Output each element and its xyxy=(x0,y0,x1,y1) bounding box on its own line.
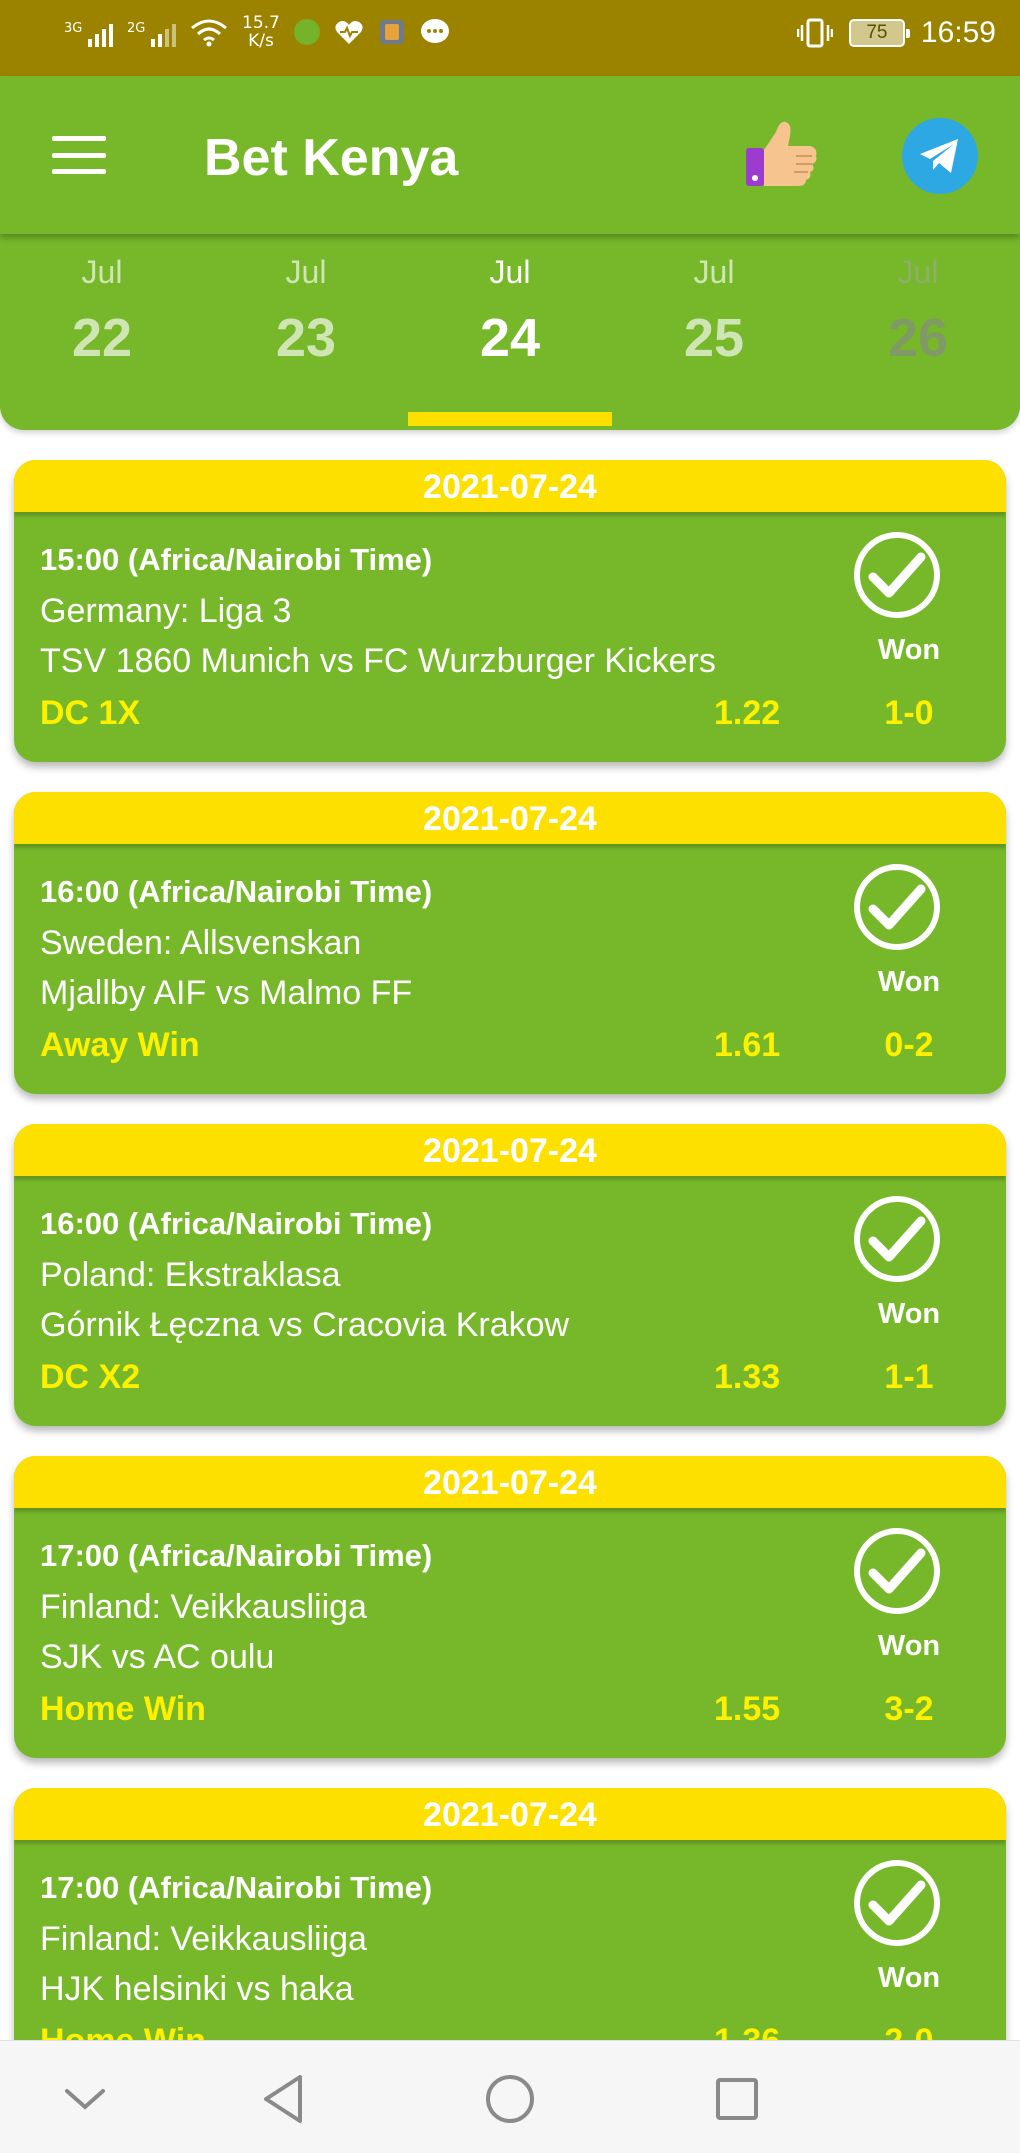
back-icon[interactable] xyxy=(256,2071,312,2127)
home-icon[interactable] xyxy=(482,2071,538,2127)
date-tab-month: Jul xyxy=(81,254,123,290)
match-league: Poland: Ekstraklasa xyxy=(40,1256,341,1294)
match-time: 16:00 (Africa/Nairobi Time) xyxy=(40,1206,433,1241)
match-tip: Home Win xyxy=(40,2022,206,2040)
check-icon xyxy=(854,864,940,950)
app-notification-icon xyxy=(293,19,320,45)
match-teams: TSV 1860 Munich vs FC Wurzburger Kickers xyxy=(40,642,716,680)
match-card[interactable]: 2021-07-24 16:00 (Africa/Nairobi Time) P… xyxy=(14,1124,1006,1426)
date-tab-day: 23 xyxy=(275,308,337,368)
match-tip: Away Win xyxy=(40,1026,200,1064)
status-bar: 3G 2G 15.7 K/s 75 16:59 xyxy=(0,0,1020,76)
match-date: 2021-07-24 xyxy=(14,1456,1006,1508)
match-card[interactable]: 2021-07-24 16:00 (Africa/Nairobi Time) S… xyxy=(14,792,1006,1094)
match-time: 17:00 (Africa/Nairobi Time) xyxy=(40,1870,433,1905)
net-speed-unit: K/s xyxy=(248,31,274,51)
match-teams: Mjallby AIF vs Malmo FF xyxy=(40,974,413,1012)
date-tab-month: Jul xyxy=(693,254,735,290)
check-icon xyxy=(854,1196,940,1282)
match-league: Germany: Liga 3 xyxy=(40,592,292,630)
match-result: Won xyxy=(877,634,941,666)
match-teams: SJK vs AC oulu xyxy=(40,1638,275,1676)
match-score: 1-1 xyxy=(884,1358,934,1396)
match-result: Won xyxy=(877,1962,941,1994)
cell-signal-icon: 3G xyxy=(64,17,113,47)
match-card[interactable]: 2021-07-24 15:00 (Africa/Nairobi Time) G… xyxy=(14,460,1006,762)
match-odds: 1.36 xyxy=(714,2022,780,2040)
match-odds: 1.22 xyxy=(714,694,781,732)
date-tab-month: Jul xyxy=(285,254,327,290)
date-tab-26[interactable]: Jul 26 xyxy=(816,234,1020,430)
match-date: 2021-07-24 xyxy=(14,460,1006,512)
check-icon xyxy=(854,532,940,618)
match-tip: DC 1X xyxy=(40,694,141,732)
match-time: 17:00 (Africa/Nairobi Time) xyxy=(40,1538,433,1573)
app-title: Bet Kenya xyxy=(204,129,459,187)
date-tab-25[interactable]: Jul 25 xyxy=(612,234,816,430)
net-speed: 15.7 K/s xyxy=(242,14,280,50)
match-score: 2-0 xyxy=(854,2022,964,2040)
match-tip: DC X2 xyxy=(40,1358,141,1396)
date-tab-22[interactable]: Jul 22 xyxy=(0,234,204,430)
match-odds: 1.61 xyxy=(714,1026,781,1064)
date-tab-month: Jul xyxy=(489,254,531,290)
thumbs-up-icon[interactable] xyxy=(740,114,820,194)
match-odds: 1.33 xyxy=(714,1358,781,1396)
network-type-label-2: 2G xyxy=(127,21,146,36)
match-odds: 1.55 xyxy=(714,1690,781,1728)
match-card[interactable]: 2021-07-24 17:00 (Africa/Nairobi Time) F… xyxy=(14,1788,1006,2040)
match-teams: HJK helsinki vs haka xyxy=(40,1970,354,2008)
match-league: Finland: Veikkausliiga xyxy=(40,1588,367,1626)
system-nav-bar xyxy=(0,2040,1020,2153)
match-score: 1-0 xyxy=(884,694,934,732)
check-icon xyxy=(854,1528,940,1614)
battery-indicator: 75 xyxy=(848,19,910,47)
date-tabs: Jul 22 Jul 23 Jul 24 Jul 25 Jul 26 xyxy=(0,234,1020,430)
tips-list[interactable]: 2021-07-24 15:00 (Africa/Nairobi Time) G… xyxy=(0,430,1020,2040)
match-teams: Górnik Łęczna vs Cracovia Krakow xyxy=(40,1306,570,1344)
shield-app-icon xyxy=(379,20,404,44)
match-league: Sweden: Allsvenskan xyxy=(40,924,362,962)
menu-icon[interactable] xyxy=(52,136,106,174)
date-tab-24[interactable]: Jul 24 xyxy=(408,234,612,430)
app-bar: Bet Kenya xyxy=(0,76,1020,234)
date-tab-day: 24 xyxy=(479,308,541,368)
match-league: Finland: Veikkausliiga xyxy=(40,1920,367,1958)
recents-icon[interactable] xyxy=(709,2071,765,2127)
match-result: Won xyxy=(877,1630,941,1662)
telegram-icon[interactable] xyxy=(902,118,978,194)
match-score: 0-2 xyxy=(884,1026,934,1064)
date-tab-day: 25 xyxy=(683,308,745,368)
health-icon xyxy=(335,21,363,44)
match-time: 16:00 (Africa/Nairobi Time) xyxy=(40,874,433,909)
chat-icon xyxy=(420,19,449,43)
match-date: 2021-07-24 xyxy=(14,1124,1006,1176)
net-speed-value: 15.7 xyxy=(242,13,280,33)
date-tab-month: Jul xyxy=(897,254,939,290)
match-date: 2021-07-24 xyxy=(14,792,1006,844)
vibrate-icon xyxy=(796,18,833,48)
match-date: 2021-07-24 xyxy=(14,1788,1006,1840)
active-tab-indicator xyxy=(408,412,612,426)
match-score: 3-2 xyxy=(884,1690,934,1728)
match-result: Won xyxy=(877,966,941,998)
match-result: Won xyxy=(877,1298,941,1330)
date-tab-day: 26 xyxy=(887,308,949,368)
date-tab-day: 22 xyxy=(71,308,133,368)
clock: 16:59 xyxy=(920,16,996,49)
cell-signal-icon-2: 2G xyxy=(127,17,176,47)
match-tip: Home Win xyxy=(40,1690,206,1728)
match-time: 15:00 (Africa/Nairobi Time) xyxy=(40,542,433,577)
wifi-icon xyxy=(191,19,227,47)
network-type-label: 3G xyxy=(64,21,83,36)
check-icon xyxy=(854,1860,940,1946)
match-card[interactable]: 2021-07-24 17:00 (Africa/Nairobi Time) F… xyxy=(14,1456,1006,1758)
date-tab-23[interactable]: Jul 23 xyxy=(204,234,408,430)
chevron-down-icon[interactable] xyxy=(57,2071,113,2127)
